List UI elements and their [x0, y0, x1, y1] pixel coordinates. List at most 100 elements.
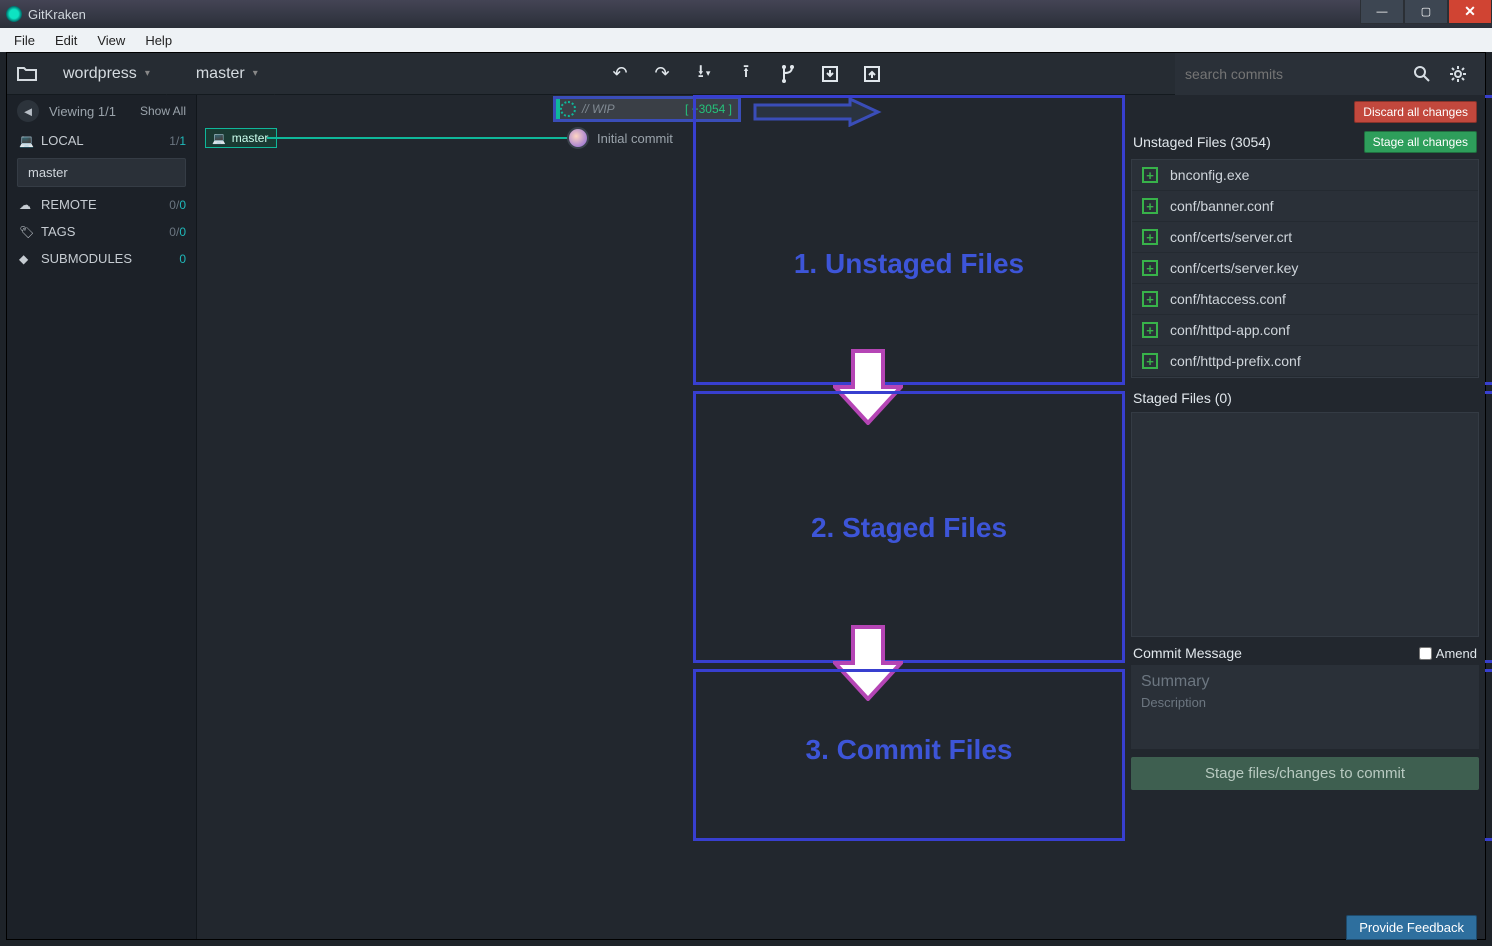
sidebar-branch-master[interactable]: master — [17, 158, 186, 187]
sidebar: ◄ Viewing 1/1 Show All 💻 LOCAL 1/1 maste… — [7, 95, 197, 939]
file-path: conf/certs/server.crt — [1170, 229, 1292, 245]
add-icon: + — [1142, 322, 1158, 338]
branch-icon — [779, 65, 797, 83]
section-label: REMOTE — [41, 197, 97, 212]
submodule-icon: ◆ — [19, 252, 35, 266]
branch-button[interactable] — [767, 53, 809, 95]
sidebar-subnav: ◄ Viewing 1/1 Show All — [7, 95, 196, 127]
annotation-label-1: 1. Unstaged Files — [696, 248, 1122, 280]
gear-icon — [1449, 65, 1467, 83]
toolbar: wordpress ▾ master ▾ ↶ ↷ ⭳▾ ⭱ — [7, 53, 1485, 95]
redo-button[interactable]: ↷ — [641, 53, 683, 95]
menu-file[interactable]: File — [4, 31, 45, 50]
stash-button[interactable] — [809, 53, 851, 95]
file-path: conf/httpd-prefix.conf — [1170, 353, 1301, 369]
section-submodules[interactable]: ◆ SUBMODULES 0 — [7, 245, 196, 272]
pop-button[interactable] — [851, 53, 893, 95]
laptop-icon: 💻 — [212, 132, 226, 145]
cloud-icon: ☁ — [19, 198, 35, 212]
file-path: conf/certs/server.key — [1170, 260, 1298, 276]
staged-title: Staged Files (0) — [1133, 390, 1232, 406]
wip-label: // WIP — [582, 102, 615, 116]
search-icon[interactable] — [1413, 65, 1449, 83]
unstaged-header: Unstaged Files (3054) Stage all changes — [1125, 127, 1485, 157]
file-path: bnconfig.exe — [1170, 167, 1249, 183]
add-icon: + — [1142, 167, 1158, 183]
commit-message-title: Commit Message — [1133, 645, 1242, 661]
annotation-region-1: 1. Unstaged Files — [693, 95, 1125, 385]
staged-header: Staged Files (0) — [1125, 386, 1485, 410]
amend-checkbox-label[interactable]: Amend — [1419, 646, 1477, 661]
add-icon: + — [1142, 291, 1158, 307]
section-label: LOCAL — [41, 133, 84, 148]
tag-icon: 🏷 — [19, 225, 35, 239]
minimize-button[interactable]: — — [1360, 0, 1404, 24]
file-row[interactable]: +conf/certs/server.crt — [1132, 222, 1478, 253]
stage-all-button[interactable]: Stage all changes — [1364, 131, 1477, 153]
file-row[interactable]: +conf/htaccess.conf — [1132, 284, 1478, 315]
app-frame: wordpress ▾ master ▾ ↶ ↷ ⭳▾ ⭱ — [6, 52, 1486, 940]
search-input[interactable] — [1175, 66, 1413, 82]
discard-all-button[interactable]: Discard all changes — [1354, 101, 1477, 123]
unstaged-title: Unstaged Files (3054) — [1133, 134, 1271, 150]
repo-name: wordpress — [63, 65, 137, 83]
file-row[interactable]: +conf/httpd-prefix.conf — [1132, 346, 1478, 377]
settings-button[interactable] — [1449, 65, 1485, 83]
app-logo-icon — [6, 6, 22, 22]
section-remote[interactable]: ☁ REMOTE 0/0 — [7, 191, 196, 218]
commit-avatar — [567, 127, 589, 149]
graph-edge — [267, 137, 572, 139]
show-all-link[interactable]: Show All — [140, 104, 186, 118]
annotation-region-3: 3. Commit Files — [693, 669, 1125, 841]
section-label: SUBMODULES — [41, 251, 132, 266]
provide-feedback-button[interactable]: Provide Feedback — [1346, 915, 1477, 940]
staged-file-list[interactable] — [1131, 412, 1479, 637]
commit-button[interactable]: Stage files/changes to commit — [1131, 757, 1479, 790]
close-button[interactable]: ✕ — [1448, 0, 1492, 24]
pop-icon — [863, 65, 881, 83]
add-icon: + — [1142, 198, 1158, 214]
commit-message-header: Commit Message Amend — [1125, 639, 1485, 663]
section-label: TAGS — [41, 224, 75, 239]
branch-selector[interactable]: master ▾ — [180, 53, 274, 95]
push-button[interactable]: ⭱ — [725, 53, 767, 95]
commit-message: Initial commit — [597, 131, 673, 146]
menu-view[interactable]: View — [87, 31, 135, 50]
undo-button[interactable]: ↶ — [599, 53, 641, 95]
section-local[interactable]: 💻 LOCAL 1/1 — [7, 127, 196, 154]
back-button[interactable]: ◄ — [17, 100, 39, 122]
maximize-button[interactable]: ▢ — [1404, 0, 1448, 24]
menu-edit[interactable]: Edit — [45, 31, 87, 50]
section-tags[interactable]: 🏷 TAGS 0/0 — [7, 218, 196, 245]
annotation-label-3: 3. Commit Files — [696, 734, 1122, 766]
folder-icon — [17, 66, 37, 82]
add-icon: + — [1142, 260, 1158, 276]
annotation-region-2: 2. Staged Files — [693, 391, 1125, 663]
viewing-label: Viewing 1/1 — [49, 104, 116, 119]
titlebar: GitKraken — ▢ ✕ — [0, 0, 1492, 28]
file-row[interactable]: + conf/httpd-app.conf — [1132, 315, 1478, 346]
menubar: File Edit View Help — [0, 28, 1492, 52]
file-row[interactable]: +conf/banner.conf — [1132, 191, 1478, 222]
laptop-icon: 💻 — [19, 134, 35, 148]
toolbar-center: ↶ ↷ ⭳▾ ⭱ — [599, 53, 893, 95]
window-title: GitKraken — [28, 7, 86, 22]
annotation-label-2: 2. Staged Files — [696, 512, 1122, 544]
branch-tag-label: master — [232, 131, 269, 145]
pull-button[interactable]: ⭳▾ — [683, 53, 725, 95]
repo-selector[interactable]: wordpress ▾ — [47, 53, 166, 95]
commit-description-input[interactable]: Description — [1141, 695, 1469, 710]
menu-help[interactable]: Help — [135, 31, 182, 50]
search-commits — [1175, 53, 1485, 95]
file-path: conf/httpd-app.conf — [1170, 322, 1290, 338]
amend-checkbox[interactable] — [1419, 647, 1432, 660]
commit-inputs[interactable]: Summary Description — [1131, 665, 1479, 749]
commit-graph: // WIP [ +3054 ] 💻 master Initial commit… — [197, 95, 1125, 939]
open-repo-button[interactable] — [7, 53, 47, 95]
right-panel: Discard all changes Unstaged Files (3054… — [1125, 95, 1485, 939]
file-row[interactable]: + conf/certs/server.key — [1132, 253, 1478, 284]
unstaged-file-list[interactable]: +bnconfig.exe+conf/banner.conf+conf/cert… — [1131, 159, 1479, 378]
stash-icon — [821, 65, 839, 83]
commit-summary-input[interactable]: Summary — [1141, 673, 1469, 691]
file-row[interactable]: + bnconfig.exe — [1132, 160, 1478, 191]
